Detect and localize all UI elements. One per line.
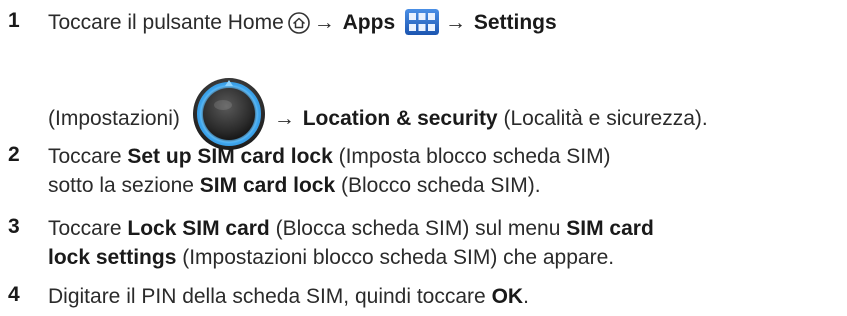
- lock-sim-card-label: Lock SIM card: [127, 217, 270, 240]
- arrow: →: [444, 11, 466, 34]
- step-text: Digitare il PIN della scheda SIM, quindi…: [48, 285, 486, 308]
- step-text: (Blocco scheda SIM).: [341, 174, 541, 197]
- step-text: .: [523, 285, 529, 308]
- apps-label: Apps: [342, 11, 396, 34]
- step-number: 2: [8, 143, 20, 166]
- sim-card-lock-label: SIM card lock: [199, 174, 336, 197]
- step-number: 3: [8, 215, 20, 238]
- location-security-label: Location & security: [302, 107, 498, 130]
- step-text: (Impostazioni): [48, 107, 180, 130]
- setup-sim-lock-label: Set up SIM card lock: [127, 145, 333, 168]
- step-1-line-1: Toccare il pulsante Home → Apps → Settin…: [48, 9, 557, 37]
- step-text: (Impostazioni blocco scheda SIM) che app…: [182, 246, 615, 269]
- settings-label: Settings: [473, 11, 557, 34]
- step-text: sotto la sezione: [48, 174, 194, 197]
- apps-grid-icon: [404, 9, 439, 35]
- step-3-line-2: lock settings (Impostazioni blocco sched…: [48, 244, 614, 272]
- step-text: Toccare il pulsante Home: [48, 11, 284, 34]
- step-1-line-2: (Impostazioni) → Location & security (Lo…: [48, 77, 708, 151]
- step-4-line-1: Digitare il PIN della scheda SIM, quindi…: [48, 283, 529, 311]
- step-2-line-1: Toccare Set up SIM card lock (Imposta bl…: [48, 143, 611, 171]
- sim-card-lock-settings-label: SIM card: [566, 217, 654, 240]
- arrow: →: [273, 107, 295, 130]
- sim-card-lock-settings-label-cont: lock settings: [48, 246, 177, 269]
- step-text: (Blocca scheda SIM) sul menu: [275, 217, 561, 240]
- ok-label: OK: [491, 285, 524, 308]
- step-number: 4: [8, 283, 20, 306]
- step-2-line-2: sotto la sezione SIM card lock (Blocco s…: [48, 172, 541, 200]
- settings-dial-icon: [192, 78, 265, 150]
- arrow: →: [313, 11, 335, 34]
- step-text: Toccare: [48, 217, 122, 240]
- step-text: (Località e sicurezza).: [503, 107, 708, 130]
- step-text: Toccare: [48, 145, 122, 168]
- home-button-icon: [287, 12, 310, 34]
- step-number: 1: [8, 9, 20, 32]
- step-text: (Imposta blocco scheda SIM): [338, 145, 611, 168]
- step-3-line-1: Toccare Lock SIM card (Blocca scheda SIM…: [48, 215, 654, 243]
